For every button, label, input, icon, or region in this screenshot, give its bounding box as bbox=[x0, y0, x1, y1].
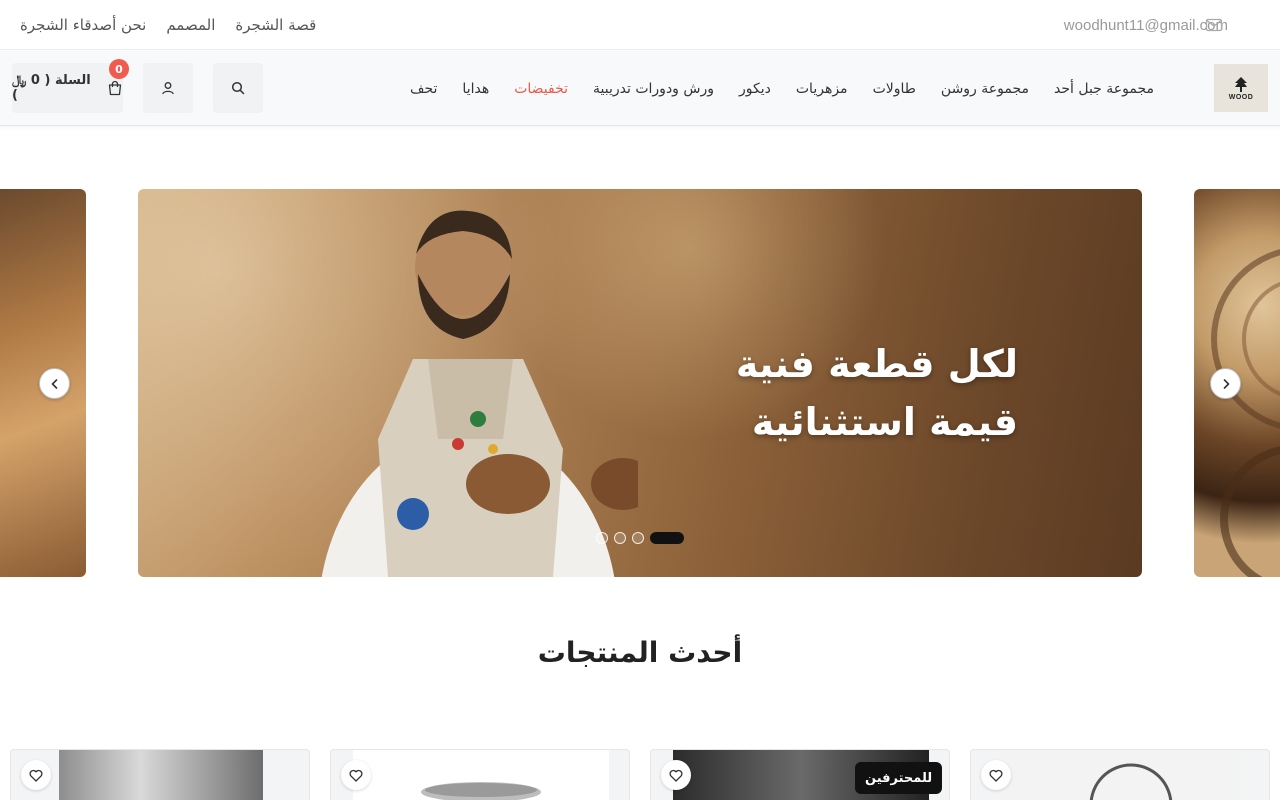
logo-text: WOOD bbox=[1228, 93, 1254, 101]
nav-item-decor[interactable]: ديكور bbox=[739, 81, 771, 97]
nav-item-sale[interactable]: تخفيضات bbox=[514, 81, 568, 97]
wishlist-button[interactable] bbox=[661, 760, 691, 790]
product-card[interactable]: للمحترفين bbox=[650, 749, 950, 800]
slider-next-button[interactable] bbox=[1210, 368, 1241, 399]
slider-prev-button[interactable] bbox=[39, 368, 70, 399]
nav-item-gifts[interactable]: هدايا bbox=[462, 81, 489, 97]
slider-dot[interactable] bbox=[614, 532, 626, 544]
tree-logo-icon bbox=[1235, 76, 1247, 92]
hero-headline-line2: قيمة استثنائية bbox=[751, 400, 1018, 444]
cart-button[interactable]: السلة ( 0 ﷼ ) bbox=[12, 63, 123, 113]
nav-item-roshn[interactable]: مجموعة روشن bbox=[941, 81, 1029, 97]
slider-dot-active[interactable] bbox=[650, 532, 684, 544]
product-badge: للمحترفين bbox=[855, 762, 943, 794]
account-button[interactable] bbox=[143, 63, 193, 113]
nav-item-uhud[interactable]: مجموعة جبل أحد bbox=[1054, 81, 1154, 97]
top-link-tree-friends[interactable]: نحن أصدقاء الشجرة bbox=[20, 16, 146, 34]
nav-item-tables[interactable]: طاولات bbox=[873, 81, 916, 97]
hero-slide[interactable]: لكل قطعة فنية قيمة استثنائية bbox=[138, 189, 1142, 577]
product-image bbox=[59, 750, 263, 800]
slider-dots bbox=[596, 532, 684, 544]
heart-icon bbox=[669, 769, 683, 782]
top-link-designer[interactable]: المصمم bbox=[166, 16, 215, 34]
mail-icon bbox=[1204, 15, 1224, 35]
craftsman-image bbox=[321, 210, 638, 577]
heart-icon bbox=[29, 769, 43, 782]
chevron-right-icon bbox=[1223, 378, 1229, 389]
top-links: نحن أصدقاء الشجرة المصمم قصة الشجرة bbox=[20, 0, 316, 50]
main-header: WOOD مجموعة جبل أحد مجموعة روشن طاولات م… bbox=[0, 51, 1280, 126]
cart-count-badge: 0 bbox=[109, 59, 129, 79]
main-nav: مجموعة جبل أحد مجموعة روشن طاولات مزهريا… bbox=[410, 51, 1154, 126]
wishlist-button[interactable] bbox=[341, 760, 371, 790]
product-card[interactable] bbox=[10, 749, 310, 800]
bowl-image bbox=[421, 782, 541, 800]
product-image bbox=[353, 750, 609, 800]
site-logo[interactable]: WOOD bbox=[1214, 64, 1268, 112]
product-card[interactable] bbox=[330, 749, 630, 800]
hero-headline-line1: لكل قطعة فنية bbox=[735, 342, 1018, 386]
chevron-left-icon bbox=[51, 378, 57, 389]
product-image bbox=[1001, 750, 1241, 800]
top-bar: نحن أصدقاء الشجرة المصمم قصة الشجرة wood… bbox=[0, 0, 1280, 50]
shopping-bag-icon bbox=[108, 80, 122, 96]
user-icon bbox=[162, 82, 174, 95]
wishlist-button[interactable] bbox=[21, 760, 51, 790]
wishlist-button[interactable] bbox=[981, 760, 1011, 790]
hero-headline: لكل قطعة فنية قيمة استثنائية bbox=[736, 335, 1018, 451]
cart-label: السلة ( 0 ﷼ ) bbox=[12, 73, 91, 103]
clock-image bbox=[1089, 763, 1173, 800]
search-icon bbox=[231, 81, 245, 95]
search-button[interactable] bbox=[213, 63, 263, 113]
heart-icon bbox=[349, 769, 363, 782]
slider-dot[interactable] bbox=[596, 532, 608, 544]
heart-icon bbox=[989, 769, 1003, 782]
nav-item-antiques[interactable]: تحف bbox=[410, 81, 437, 97]
slider-dot[interactable] bbox=[632, 532, 644, 544]
top-link-tree-story[interactable]: قصة الشجرة bbox=[235, 16, 316, 34]
nav-item-workshops[interactable]: ورش ودورات تدريبية bbox=[593, 81, 714, 97]
latest-products-title: أحدث المنتجات bbox=[537, 636, 743, 669]
nav-item-vases[interactable]: مزهريات bbox=[796, 81, 848, 97]
product-card[interactable] bbox=[970, 749, 1270, 800]
